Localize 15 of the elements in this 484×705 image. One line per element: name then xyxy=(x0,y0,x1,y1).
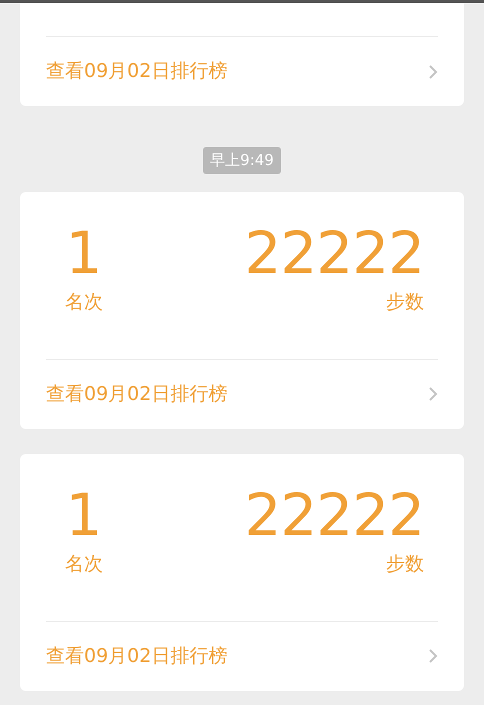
steps-value: 22222 xyxy=(244,482,424,548)
chevron-right-icon xyxy=(428,386,438,402)
rank-label: 名次 xyxy=(65,552,103,576)
rank-label: 名次 xyxy=(65,290,103,314)
ranking-link[interactable]: 查看09月02日排行榜 xyxy=(46,57,228,86)
ranking-link[interactable]: 查看09月02日排行榜 xyxy=(46,380,228,408)
chevron-right-icon xyxy=(428,648,438,664)
steps-value: 22222 xyxy=(244,220,424,286)
ranking-link[interactable]: 查看09月02日排行榜 xyxy=(46,642,228,670)
rank-value: 1 xyxy=(66,220,102,286)
rank-value: 1 xyxy=(66,482,102,548)
steps-label: 步数 xyxy=(386,290,424,314)
timestamp: 早上9:49 xyxy=(203,147,281,174)
steps-label: 步数 xyxy=(386,552,424,576)
chevron-right-icon xyxy=(428,64,438,80)
